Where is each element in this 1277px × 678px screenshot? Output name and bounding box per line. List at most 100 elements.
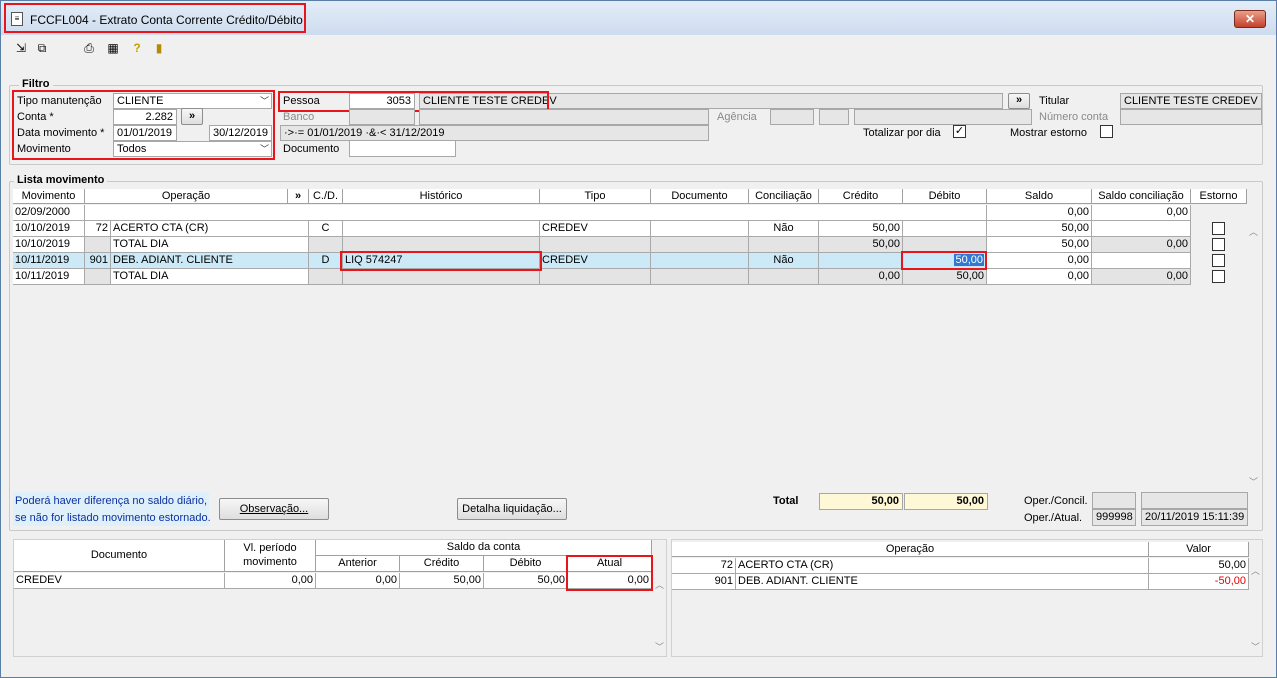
col-header-credito[interactable]: Crédito [400, 556, 484, 572]
col-header-cd[interactable]: C./D. [309, 189, 343, 204]
oper-concil-date [1141, 492, 1248, 509]
cell-operacao: DEB. ADIANT. CLIENTE [111, 253, 309, 269]
data-ate-input[interactable]: 30/12/2019 [209, 125, 272, 141]
col-header-debito[interactable]: Débito [484, 556, 568, 572]
cell-movimento: 10/10/2019 [13, 221, 85, 237]
cell-documento [651, 253, 749, 269]
calculator-icon[interactable]: ▦ [105, 41, 121, 55]
banco-label: Banco [283, 111, 315, 123]
col-header-documento[interactable]: Documento [651, 189, 749, 204]
col-header-debito[interactable]: Débito [903, 189, 987, 204]
scroll-up-icon[interactable]: ︿ [655, 578, 664, 591]
cell-saldo-conciliacao: 0,00 [1092, 205, 1191, 221]
pessoa-search-button[interactable]: » [1008, 93, 1030, 109]
col-header-saldo-conciliacao[interactable]: Saldo conciliação [1092, 189, 1191, 204]
date-expression-field: ·>·= 01/01/2019 ·&·< 31/12/2019 [280, 125, 709, 141]
cell-debito: 50,00 [903, 253, 987, 269]
col-header-valor[interactable]: Valor [1149, 542, 1249, 557]
cell-operacao: ACERTO CTA (CR) [736, 558, 1149, 574]
cell-saldo-conciliacao: 0,00 [1092, 237, 1191, 253]
cell-cd: C [309, 221, 343, 237]
movimento-select[interactable]: Todos ﹀ [113, 141, 272, 157]
cell-blank [85, 205, 987, 221]
conta-label: Conta * [17, 111, 54, 123]
cell-credito: 50,00 [819, 237, 903, 253]
mostrar-estorno-checkbox[interactable] [1100, 125, 1113, 138]
scroll-down-icon[interactable]: ﹀ [655, 640, 664, 653]
cell-movimento: 10/10/2019 [13, 237, 85, 253]
documento-input[interactable] [349, 140, 456, 157]
oper-concil-label: Oper./Concil. [1024, 495, 1088, 507]
cell-cd: D [309, 253, 343, 269]
cell-movimento: 10/11/2019 [13, 269, 85, 285]
col-header-operacao[interactable]: Operação [672, 542, 1149, 557]
export-icon[interactable]: ⇲ [13, 41, 29, 55]
close-button[interactable]: ✕ [1234, 10, 1266, 28]
tipo-manutencao-value: CLIENTE [117, 95, 164, 107]
totalizar-checkbox[interactable]: ✓ [953, 125, 966, 138]
pessoa-name-field: CLIENTE TESTE CREDEV [419, 93, 1003, 109]
filtro-title: Filtro [19, 78, 53, 90]
detalha-liquidacao-button[interactable]: Detalha liquidação... [457, 498, 567, 520]
cell-tipo: CREDEV [540, 253, 651, 269]
col-header-movimento[interactable]: Movimento [13, 189, 85, 204]
estorno-checkbox[interactable] [1212, 270, 1225, 283]
cell-op-code: 72 [672, 558, 736, 574]
data-de-input[interactable]: 01/01/2019 [113, 125, 177, 141]
col-header-credito[interactable]: Crédito [819, 189, 903, 204]
scroll-down-icon[interactable]: ﹀ [1251, 640, 1260, 653]
pessoa-code-input[interactable]: 3053 [349, 93, 415, 109]
col-header-saldo-conta[interactable]: Saldo da conta [316, 540, 652, 556]
cell-historico [343, 269, 540, 285]
cell-saldo: 0,00 [987, 269, 1092, 285]
conta-search-button[interactable]: » [181, 108, 203, 125]
estorno-checkbox[interactable] [1212, 238, 1225, 251]
conta-input[interactable]: 2.282 [113, 109, 177, 125]
col-header-tipo[interactable]: Tipo [540, 189, 651, 204]
tipo-manutencao-label: Tipo manutenção [17, 95, 102, 107]
cell-documento: CREDEV [14, 573, 225, 589]
total-credito-field: 50,00 [819, 493, 903, 510]
data-movimento-label: Data movimento * [17, 127, 105, 139]
cell-debito [903, 237, 987, 253]
col-header-anterior[interactable]: Anterior [316, 556, 400, 572]
oper-concil-code [1092, 492, 1136, 509]
scroll-up-icon[interactable]: ︿ [1249, 225, 1258, 238]
col-header-expand[interactable]: » [288, 189, 309, 204]
col-header-saldo[interactable]: Saldo [987, 189, 1092, 204]
banco-name-field [419, 109, 709, 125]
scroll-down-icon[interactable]: ﹀ [1249, 475, 1258, 488]
col-header-estorno[interactable]: Estorno [1191, 189, 1247, 204]
movimento-grid: Movimento Operação » C./D. Histórico Tip… [13, 189, 1258, 492]
estorno-checkbox[interactable] [1212, 254, 1225, 267]
col-header-operacao[interactable]: Operação [85, 189, 288, 204]
col-header-vl-periodo[interactable]: Vl. período movimento [225, 540, 316, 572]
exit-door-icon[interactable]: ▮ [151, 41, 167, 55]
cell-credito [819, 253, 903, 269]
cell-credito: 50,00 [819, 221, 903, 237]
agencia-label: Agência [717, 111, 757, 123]
operacao-grid: Operação Valor 72 ACERTO CTA (CR) 50,00 … [671, 539, 1263, 657]
printer-icon[interactable]: ⎙ [81, 41, 97, 55]
cell-conciliacao [749, 237, 819, 253]
copy-icon[interactable]: ⧉ [34, 41, 50, 55]
cell-saldo: 50,00 [987, 221, 1092, 237]
cell-saldo: 0,00 [987, 253, 1092, 269]
cell-debito [903, 221, 987, 237]
cell-op-code [85, 237, 111, 253]
col-header-historico[interactable]: Histórico [343, 189, 540, 204]
col-header-atual[interactable]: Atual [568, 556, 652, 572]
oper-atual-label: Oper./Atual. [1024, 512, 1083, 524]
observacao-button[interactable]: Observação... [219, 498, 329, 520]
estorno-checkbox[interactable] [1212, 222, 1225, 235]
col-header-documento[interactable]: Documento [14, 540, 225, 572]
observacao-button-label: Observação... [239, 503, 309, 515]
tipo-manutencao-select[interactable]: CLIENTE ﹀ [113, 93, 272, 109]
cell-valor: 50,00 [1149, 558, 1249, 574]
titular-label: Titular [1039, 95, 1070, 107]
scroll-up-icon[interactable]: ︿ [1251, 564, 1260, 577]
cell-saldo-conciliacao [1092, 221, 1191, 237]
help-icon[interactable]: ? [129, 41, 145, 55]
col-header-conciliacao[interactable]: Conciliação [749, 189, 819, 204]
footer-note-line1: Poderá haver diferença no saldo diário, [15, 495, 208, 507]
